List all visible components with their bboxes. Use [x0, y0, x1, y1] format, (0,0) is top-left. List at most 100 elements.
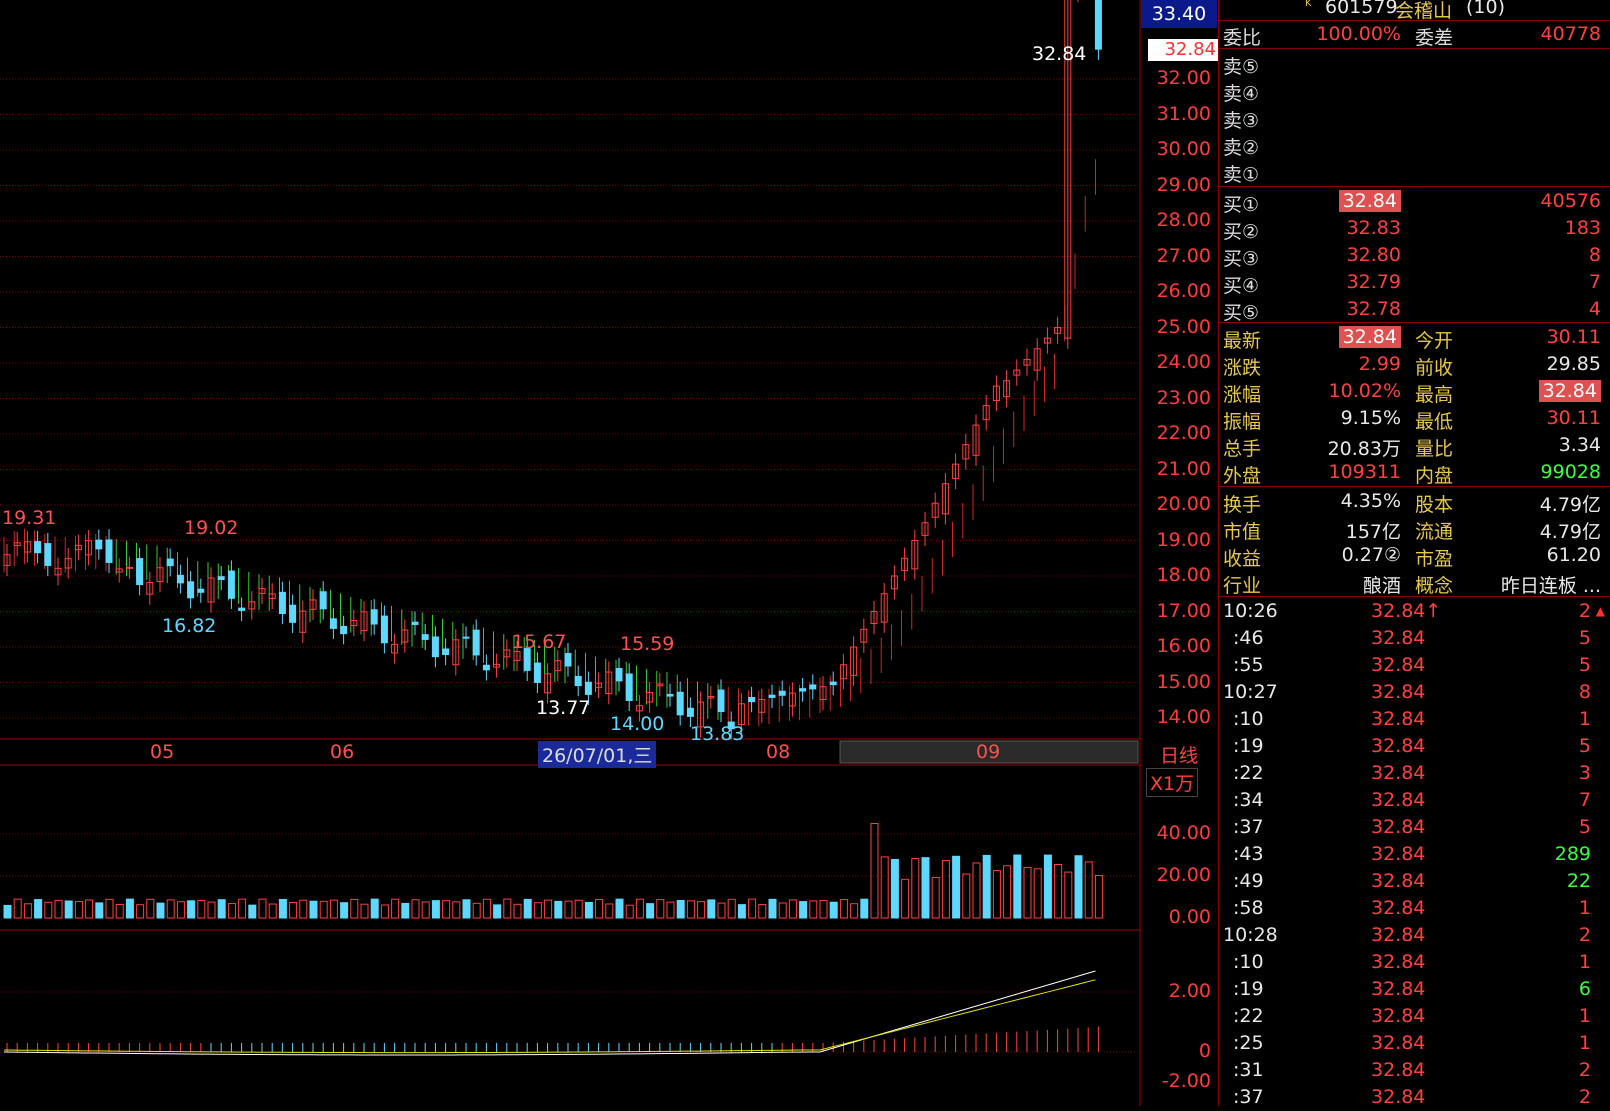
tick-price: 32.84	[1371, 654, 1426, 676]
buy-volume: 183	[1564, 217, 1601, 239]
macd-axis-label: 0	[1198, 1040, 1211, 1062]
volume-bar	[1084, 861, 1093, 919]
volume-bar	[778, 902, 787, 919]
tick-time: :22	[1233, 762, 1264, 784]
volume-bar	[125, 898, 134, 919]
tick-row[interactable]: 10:28 32.84 2	[1219, 922, 1610, 949]
tick-row[interactable]: :10 32.84 1	[1219, 949, 1610, 976]
buy-row[interactable]: 买② 32.83 183	[1219, 215, 1610, 243]
kline-chart-svg[interactable]: 19.31 19.02 16.82 15.67 15.59 13.77 14.00 13.83…	[0, 0, 1218, 1106]
price-annotation: 19.02	[184, 517, 238, 539]
stock-header: K 601579 会稽山 (10)	[1219, 0, 1610, 22]
candle-body	[340, 625, 348, 635]
volume-bar	[54, 899, 63, 919]
quote-value: 9.15%	[1340, 407, 1401, 429]
header-mark: K	[1305, 0, 1312, 9]
tick-row[interactable]: :37 32.84 2	[1219, 1084, 1610, 1111]
volume-bar	[605, 903, 614, 919]
weicha-label: 委差	[1415, 27, 1454, 49]
quote-label-2: 最高	[1415, 384, 1454, 406]
volume-bar	[788, 899, 797, 919]
sell-label: 卖①	[1223, 164, 1260, 186]
sell-row[interactable]: 卖①	[1219, 158, 1610, 186]
tick-time: :10	[1233, 951, 1264, 973]
tick-row[interactable]: :49 32.84 22	[1219, 868, 1610, 895]
quote-label: 涨幅	[1223, 384, 1262, 406]
volume-bar	[105, 898, 114, 919]
price-axis-label: 31.00	[1156, 102, 1211, 125]
sell-row[interactable]: 卖④	[1219, 77, 1610, 105]
candle-body	[370, 609, 378, 625]
quote-row: 涨跌 2.99 前收 29.85	[1219, 351, 1610, 379]
sell-row[interactable]: 卖②	[1219, 131, 1610, 159]
volume-bar	[136, 904, 145, 919]
volume-bar	[462, 899, 471, 919]
tick-row[interactable]: :31 32.84 2	[1219, 1057, 1610, 1084]
candle-body	[289, 604, 297, 623]
price-axis-label: 15.00	[1156, 670, 1211, 693]
candle-body	[564, 653, 572, 667]
period-label[interactable]: 日线	[1160, 741, 1198, 768]
tick-time: :58	[1233, 897, 1264, 919]
buy-volume: 7	[1588, 271, 1601, 293]
tick-row[interactable]: :22 32.84 1	[1219, 1003, 1610, 1030]
buy-row[interactable]: 买③ 32.80 8	[1219, 242, 1610, 270]
tick-row[interactable]: :10 32.84 1	[1219, 706, 1610, 733]
tick-volume: 2	[1578, 1059, 1591, 1081]
x-axis-label: 05	[150, 741, 175, 763]
volume-bar	[340, 902, 349, 919]
candle-body	[125, 566, 133, 569]
candle-body	[105, 539, 113, 563]
price-axis-label: 29.00	[1156, 173, 1211, 196]
price-axis-label: 27.00	[1156, 244, 1211, 267]
volume-bar	[452, 901, 461, 919]
buy-row[interactable]: 买① 32.84 40576	[1219, 188, 1610, 216]
volume-unit-label: X1万	[1146, 768, 1199, 797]
candle-body	[421, 634, 429, 640]
candle-body	[217, 576, 225, 581]
tick-row[interactable]: 10:27 32.84 8	[1219, 679, 1610, 706]
quote-label-2: 前收	[1415, 357, 1454, 379]
tick-price: 32.84	[1371, 843, 1426, 865]
volume-bar	[350, 898, 359, 919]
tick-row[interactable]: :46 32.84 5	[1219, 625, 1610, 652]
tick-row[interactable]: :19 32.84 5	[1219, 733, 1610, 760]
candle-body	[778, 690, 786, 696]
volume-bar	[544, 899, 553, 919]
candle-body	[329, 618, 337, 629]
buy-price: 32.78	[1346, 298, 1401, 320]
volume-bar	[472, 902, 481, 919]
tick-row[interactable]: :22 32.84 3	[1219, 760, 1610, 787]
fund-value: 157亿	[1345, 521, 1401, 543]
volume-bar	[95, 902, 104, 919]
tick-volume: 5	[1578, 654, 1591, 676]
tick-row[interactable]: :25 32.84 1	[1219, 1030, 1610, 1057]
volume-bar	[360, 903, 369, 919]
tick-row[interactable]: 10:26 32.84↑ 2	[1219, 598, 1610, 625]
volume-bar	[258, 898, 267, 919]
volume-bar	[268, 903, 277, 919]
tick-row[interactable]: :34 32.84 7	[1219, 787, 1610, 814]
buy-volume: 4	[1588, 298, 1601, 320]
axis-top-price: 33.40	[1151, 3, 1207, 25]
tick-row[interactable]: :58 32.84 1	[1219, 895, 1610, 922]
buy-label: 买①	[1223, 194, 1260, 216]
tick-row[interactable]: :19 32.84 6	[1219, 976, 1610, 1003]
buy-row[interactable]: 买④ 32.79 7	[1219, 269, 1610, 297]
kline-chart-area[interactable]: 19.31 19.02 16.82 15.67 15.59 13.77 14.00 13.83…	[0, 0, 1141, 1106]
buy-label: 买⑤	[1223, 302, 1260, 324]
tick-row[interactable]: :55 32.84 5	[1219, 652, 1610, 679]
tick-time: :10	[1233, 708, 1264, 730]
price-axis-label: 30.00	[1156, 138, 1211, 160]
volume-bar	[941, 860, 950, 919]
tick-scroll-up-icon[interactable]: ▲	[1596, 604, 1605, 618]
candle-body	[431, 636, 439, 658]
sell-row[interactable]: 卖⑤	[1219, 50, 1610, 78]
sell-row[interactable]: 卖③	[1219, 104, 1610, 132]
tick-row[interactable]: :43 32.84 289	[1219, 841, 1610, 868]
tick-time: 10:27	[1223, 681, 1278, 703]
macd-dif-line	[3, 970, 1096, 1056]
buy-row[interactable]: 买⑤ 32.78 4	[1219, 296, 1610, 324]
tick-row[interactable]: :37 32.84 5	[1219, 814, 1610, 841]
tick-volume: 6	[1578, 978, 1591, 1000]
